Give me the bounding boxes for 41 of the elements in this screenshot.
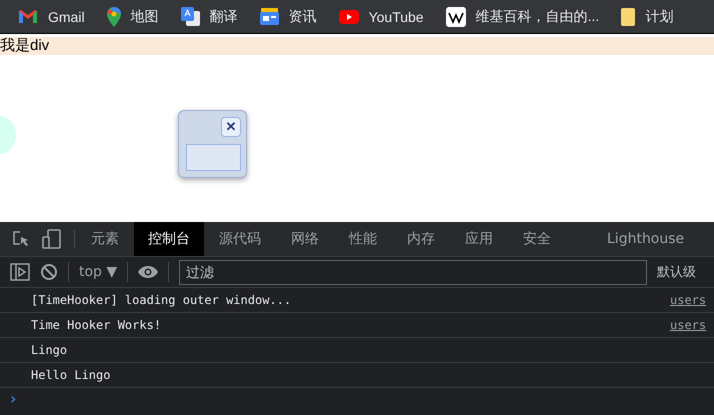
bookmark[interactable]: 地图 [106, 6, 159, 26]
devtools-tab[interactable]: 性能 [334, 222, 392, 256]
clear-icon[interactable] [40, 263, 58, 281]
filter-field[interactable]: 过滤 [179, 260, 648, 284]
bookmark[interactable]: 计划 [621, 8, 674, 26]
close-button[interactable]: ✕ [221, 117, 241, 137]
eye-icon[interactable] [138, 265, 158, 279]
bookmark[interactable]: Gmail [18, 8, 85, 24]
source-link[interactable]: users [670, 293, 714, 307]
translate-icon [180, 7, 200, 26]
bookmark[interactable]: YouTube [338, 8, 424, 24]
input-field[interactable] [186, 144, 241, 171]
map-pin-icon [106, 6, 121, 26]
div-text: 我是div [0, 37, 714, 55]
source-link[interactable]: users [670, 318, 714, 332]
console-message: Lingo [31, 343, 68, 357]
console-message: Hello Lingo [31, 368, 110, 382]
folder-icon [621, 8, 636, 26]
devtools-tab[interactable]: 内存 [392, 222, 450, 256]
prompt-caret[interactable]: › [0, 388, 714, 410]
play-icon [338, 10, 359, 24]
w-logo-icon [446, 6, 466, 26]
mail-icon [18, 9, 38, 24]
console-message: [TimeHooker] loading outer window... [31, 293, 292, 307]
device-icon[interactable] [42, 229, 62, 249]
devtools-tab[interactable]: 应用 [450, 222, 508, 256]
devtools-tab[interactable]: 安全 [508, 222, 566, 256]
devtools-tab[interactable]: 控制台 [134, 222, 204, 256]
news-icon [260, 8, 279, 25]
bookmark[interactable]: 维基百科，自由的... [446, 6, 600, 26]
sidebar-toggle-icon[interactable] [10, 263, 30, 281]
console-message: Time Hooker Works! [31, 318, 162, 332]
devtools-tab[interactable]: Lighthouse [592, 222, 700, 256]
levels-dropdown[interactable]: 默认级 [657, 263, 696, 281]
inspect-icon[interactable] [12, 230, 30, 248]
devtools-tab[interactable]: 网络 [276, 222, 334, 256]
context-dropdown[interactable]: top ▼ [79, 264, 118, 280]
devtools-tab[interactable]: 源代码 [204, 222, 276, 256]
devtools-tab[interactable]: 元素 [76, 222, 134, 256]
bookmark[interactable]: 资讯 [260, 8, 317, 26]
bookmark[interactable]: 翻译 [180, 7, 238, 26]
